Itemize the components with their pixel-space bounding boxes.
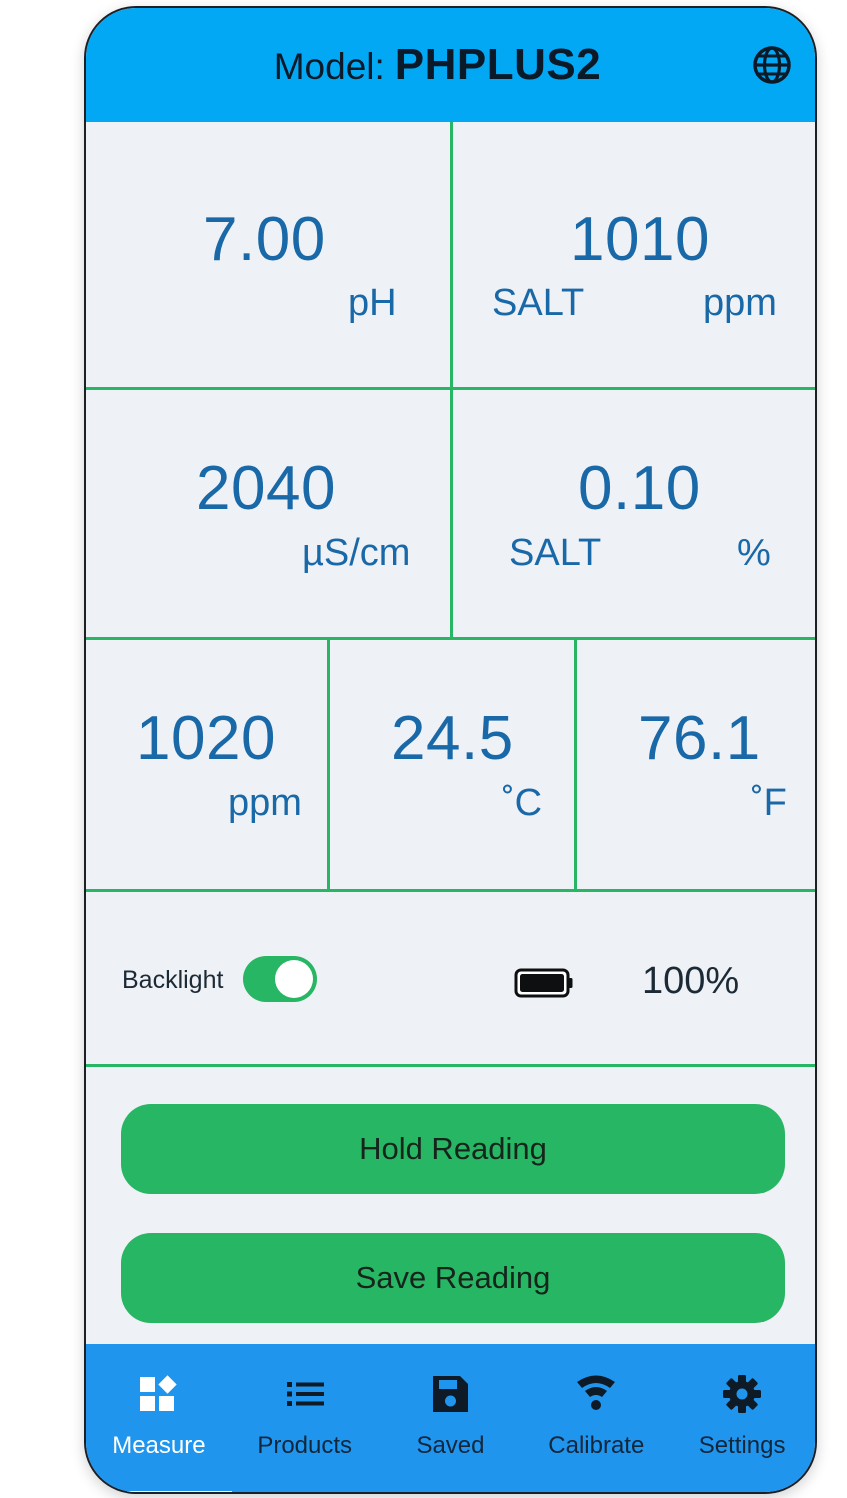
page-title: Model: PHPLUS2	[274, 40, 602, 90]
app-header: Model: PHPLUS2	[86, 8, 815, 122]
list-icon	[286, 1382, 324, 1406]
readings-row-1: 7.00 pH 1010 SALT ppm	[86, 122, 815, 390]
readings-grid: 7.00 pH 1010 SALT ppm 2040 µS/cm 0.10 SA…	[86, 122, 815, 892]
temp-f-cell: 76.1 ˚F	[577, 640, 815, 889]
temp-f-unit: ˚F	[751, 782, 787, 824]
temp-c-cell: 24.5 ˚C	[330, 640, 577, 889]
battery-percentage: 100%	[642, 960, 740, 1002]
gear-icon	[723, 1375, 762, 1413]
nav-item-saved[interactable]: Saved	[378, 1344, 524, 1492]
model-value: PHPLUS2	[394, 40, 602, 89]
hold-reading-button[interactable]: Hold Reading	[121, 1104, 785, 1194]
temp-c-unit: ˚C	[502, 782, 543, 824]
status-bar: Backlight 100%	[86, 889, 815, 1067]
conductivity-cell: 2040 µS/cm	[86, 390, 453, 637]
salt-ppm-value: 1010	[570, 205, 710, 274]
temp-c-value: 24.5	[391, 704, 514, 773]
toggle-knob	[275, 960, 313, 998]
model-label: Model:	[273, 46, 385, 87]
nav-label-saved: Saved	[416, 1432, 485, 1459]
salt-pct-unit: %	[737, 532, 771, 574]
nav-item-measure[interactable]: Measure	[86, 1344, 232, 1492]
tds-unit: ppm	[228, 782, 302, 824]
battery-full-icon	[514, 968, 573, 998]
nav-label-products: Products	[257, 1432, 353, 1459]
salt-pct-cell: 0.10 SALT %	[453, 390, 815, 637]
salt-pct-label: SALT	[509, 532, 602, 574]
ph-value: 7.00	[203, 205, 326, 274]
salt-ppm-label: SALT	[492, 282, 585, 324]
active-tab-indicator	[96, 1491, 232, 1492]
nav-label-measure: Measure	[112, 1432, 206, 1459]
salt-ppm-unit: ppm	[703, 282, 777, 324]
nav-label-settings: Settings	[698, 1432, 786, 1459]
temp-f-value: 76.1	[638, 704, 761, 773]
backlight-label: Backlight	[122, 966, 224, 994]
save-reading-button[interactable]: Save Reading	[121, 1233, 785, 1323]
measure-icon	[139, 1375, 177, 1411]
salt-pct-value: 0.10	[578, 454, 701, 523]
globe-icon[interactable]	[751, 44, 793, 86]
conductivity-unit: µS/cm	[302, 532, 411, 574]
backlight-toggle[interactable]	[243, 956, 317, 1002]
phone-frame: Model: PHPLUS2 7.00 pH 1010 SALT ppm 204…	[84, 6, 817, 1494]
nav-item-products[interactable]: Products	[232, 1344, 378, 1492]
ph-cell: 7.00 pH	[86, 122, 453, 387]
nav-label-calibrate: Calibrate	[548, 1432, 645, 1459]
tds-value: 1020	[136, 704, 276, 773]
salt-ppm-cell: 1010 SALT ppm	[453, 122, 815, 387]
nav-item-settings[interactable]: Settings	[669, 1344, 815, 1492]
tds-cell: 1020 ppm	[86, 640, 330, 889]
readings-row-3: 1020 ppm 24.5 ˚C 76.1 ˚F	[86, 640, 815, 892]
save-icon	[433, 1376, 469, 1412]
readings-row-2: 2040 µS/cm 0.10 SALT %	[86, 390, 815, 640]
ph-unit: pH	[348, 282, 397, 324]
conductivity-value: 2040	[196, 454, 336, 523]
calibrate-icon	[577, 1375, 616, 1410]
bottom-nav: Measure Products Saved Calibrate Setting…	[86, 1344, 815, 1492]
nav-item-calibrate[interactable]: Calibrate	[523, 1344, 669, 1492]
